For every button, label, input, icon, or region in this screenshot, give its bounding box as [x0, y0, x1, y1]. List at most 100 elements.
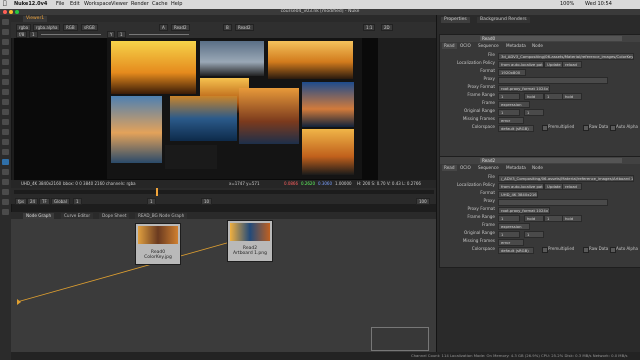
colorspace-select[interactable]: RGB [63, 24, 78, 31]
panel-node-name[interactable]: Read0 [480, 36, 622, 41]
frame-range-after[interactable]: hold [562, 92, 582, 100]
original-range-end[interactable]: 1 [524, 230, 544, 238]
channels-select[interactable]: rgba [16, 24, 32, 31]
image-tool-icon[interactable] [2, 19, 9, 25]
colorspace-select[interactable]: default (sRGB) [498, 124, 534, 132]
current-frame[interactable]: 1 [147, 198, 156, 205]
views-tool-icon[interactable] [2, 119, 9, 125]
start-frame[interactable]: 1 [73, 198, 82, 205]
read0-node[interactable]: Read0 ColorKey.jpg [135, 223, 181, 265]
cara-tool-icon[interactable] [2, 199, 9, 205]
update-button[interactable]: Update [544, 182, 564, 190]
app-menu[interactable]: Nuke12.0v4 [14, 1, 47, 7]
menu-help[interactable]: Help [171, 1, 182, 7]
ofx-tool-icon[interactable] [2, 189, 9, 195]
gain-slider[interactable] [41, 34, 101, 35]
format-select[interactable]: 1920x800 [498, 68, 526, 76]
deep-tool-icon[interactable] [2, 149, 9, 155]
input-a-node[interactable]: Read2 [171, 24, 190, 31]
range-select[interactable]: Global [51, 198, 70, 205]
subtab-read[interactable]: Read [442, 43, 457, 49]
plugin-tool-icon[interactable] [2, 209, 9, 215]
subtab-read[interactable]: Read [442, 165, 457, 171]
menu-edit[interactable]: Edit [70, 1, 80, 7]
proxy-select[interactable]: 1:1 [363, 24, 376, 31]
subtab-sequence[interactable]: Sequence [476, 43, 501, 49]
transform-tool-icon[interactable] [2, 99, 9, 105]
gain-field[interactable]: 1 [29, 31, 38, 38]
proxy-format-select[interactable]: root.proxy_format 1024x778 [498, 84, 550, 92]
original-range-start[interactable]: 1 [498, 108, 520, 116]
keyer-tool-icon[interactable] [2, 79, 9, 85]
frame-mode-select[interactable]: 2D [381, 24, 393, 31]
lut-select[interactable]: sRGB [81, 24, 98, 31]
timecode-toggle[interactable]: TF [39, 198, 50, 205]
missing-frames-select[interactable]: error [498, 116, 524, 124]
localization-select[interactable]: from auto-localize path [498, 182, 544, 190]
read2-node[interactable]: Read2 Artboard 1.png [227, 220, 273, 262]
end-frame[interactable]: 100 [416, 198, 430, 205]
apple-icon[interactable]:  [3, 0, 7, 7]
minimize-window-button[interactable] [9, 10, 13, 14]
merge-tool-icon[interactable] [2, 89, 9, 95]
input-b-node[interactable]: Read2 [235, 24, 254, 31]
localization-select[interactable]: from auto-localize path [498, 60, 544, 68]
furnace-tool-icon[interactable] [2, 179, 9, 185]
reload-button[interactable]: reload [562, 182, 582, 190]
frame-range-start[interactable]: 1 [498, 92, 520, 100]
file-input[interactable]: 3d_ADV3_Compositing/06-assets/Material/r… [498, 52, 634, 60]
proxy-input[interactable] [498, 198, 608, 206]
gamma-slider[interactable] [129, 34, 189, 35]
reload-button[interactable]: reload [562, 60, 582, 68]
input-b-label[interactable]: B [223, 24, 232, 31]
metadata-tool-icon[interactable] [2, 129, 9, 135]
original-range-end[interactable]: 1 [524, 108, 544, 116]
update-button[interactable]: Update [544, 60, 564, 68]
missing-frames-select[interactable]: error [498, 238, 524, 246]
frame-mode-select[interactable]: expression [498, 222, 530, 230]
frame-range-before[interactable]: hold [524, 214, 544, 222]
subtab-metadata[interactable]: Metadata [504, 43, 528, 49]
channel-tool-icon[interactable] [2, 49, 9, 55]
frame-range-end[interactable]: 1 [544, 214, 564, 222]
subtab-sequence[interactable]: Sequence [476, 165, 501, 171]
close-window-button[interactable] [3, 10, 7, 14]
particles-tool-icon[interactable] [2, 139, 9, 145]
fps-field[interactable]: 24 [27, 198, 39, 205]
filter-tool-icon[interactable] [2, 69, 9, 75]
subtab-node[interactable]: Node [530, 165, 545, 171]
format-select[interactable]: UHD_4K 3840x2160 [498, 190, 538, 198]
playhead[interactable] [156, 188, 158, 196]
frame-mode-select[interactable]: expression [498, 100, 530, 108]
graph-minimap[interactable] [371, 327, 429, 351]
menu-render[interactable]: Render [131, 1, 149, 7]
draw-tool-icon[interactable] [2, 29, 9, 35]
menu-viewer[interactable]: Viewer [111, 1, 128, 7]
frame-range-after[interactable]: hold [562, 214, 582, 222]
proxy-input[interactable] [498, 76, 608, 84]
menu-cache[interactable]: Cache [152, 1, 168, 7]
menu-file[interactable]: File [56, 1, 64, 7]
input-a-label[interactable]: A [159, 24, 168, 31]
tab-properties[interactable]: Properties [441, 17, 470, 23]
timeline-bar[interactable] [14, 188, 434, 196]
3d-tool-icon[interactable] [2, 109, 9, 115]
viewer-image[interactable] [107, 38, 362, 179]
zoom-window-button[interactable] [15, 10, 19, 14]
frame-range-start[interactable]: 1 [498, 214, 520, 222]
subtab-metadata[interactable]: Metadata [504, 165, 528, 171]
file-input[interactable]: /_ADV3_Compositing/06-assets/Material/re… [498, 174, 634, 182]
frame-range-end[interactable]: 1 [544, 92, 564, 100]
toolsets-icon[interactable] [2, 159, 9, 165]
panel-node-name[interactable]: Read2 [480, 158, 622, 163]
colorspace-select[interactable]: default (sRGB) [498, 246, 534, 254]
layer-select[interactable]: rgba.alpha [33, 24, 61, 31]
frame-range-before[interactable]: hold [524, 92, 544, 100]
frame-step[interactable]: 10 [201, 198, 213, 205]
subtab-node[interactable]: Node [530, 43, 545, 49]
other-tool-icon[interactable] [2, 169, 9, 175]
time-tool-icon[interactable] [2, 39, 9, 45]
gamma-field[interactable]: 1 [117, 31, 126, 38]
original-range-start[interactable]: 1 [498, 230, 520, 238]
color-tool-icon[interactable] [2, 59, 9, 65]
